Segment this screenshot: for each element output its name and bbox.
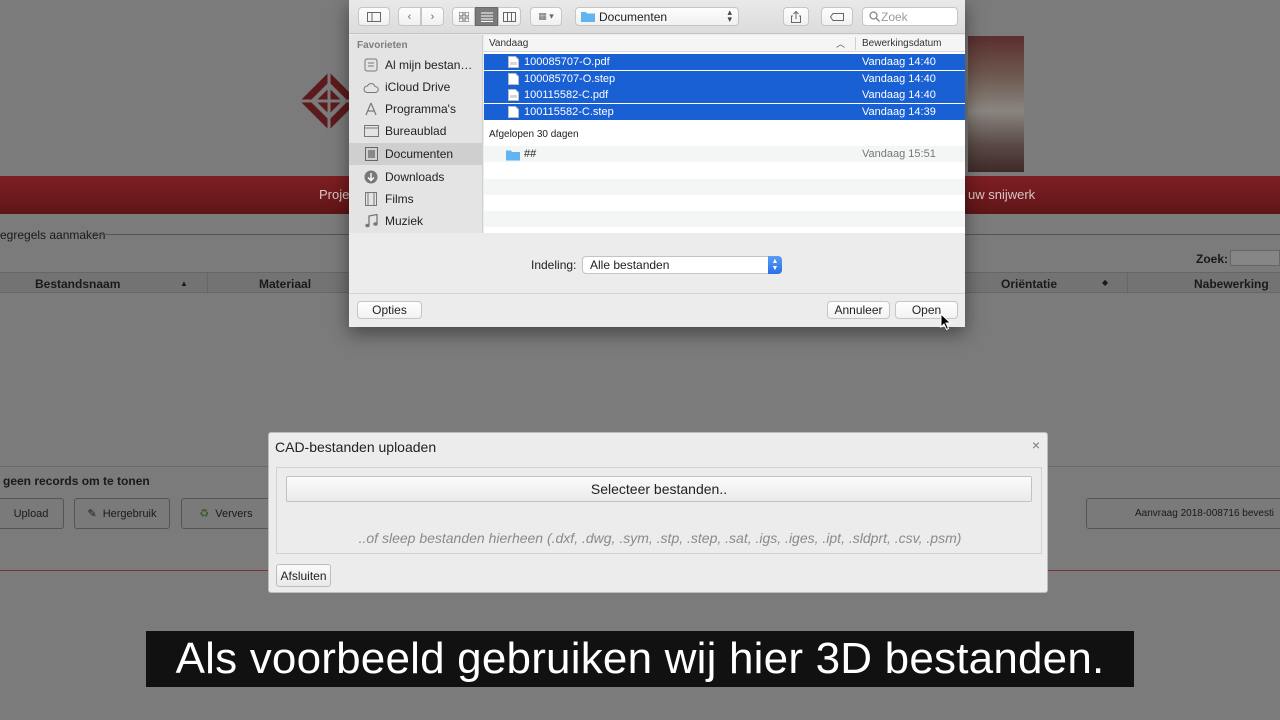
format-label: Indeling:: [531, 258, 577, 272]
cloud-icon: [363, 79, 379, 95]
sidebar-item-desktop[interactable]: Bureaublad: [349, 120, 483, 142]
sidebar-header: Favorieten: [357, 40, 408, 51]
drop-hint: ..of sleep bestanden hierheen (.dxf, .dw…: [358, 530, 962, 546]
drop-zone[interactable]: Selecteer bestanden.. ..of sleep bestand…: [276, 467, 1042, 554]
header-photo: [968, 36, 1024, 172]
list-view-button[interactable]: [475, 7, 498, 26]
share-button[interactable]: [783, 7, 809, 26]
tag-icon: [830, 12, 844, 21]
search-icon: [869, 11, 880, 22]
music-icon: [363, 213, 379, 229]
sort-asc-icon: ▲: [180, 279, 188, 288]
sidebar-item-documents[interactable]: Documenten: [349, 143, 483, 165]
chevron-left-icon: ‹: [407, 10, 412, 23]
column-postprocessing[interactable]: Nabewerking: [1194, 277, 1269, 291]
refresh-button[interactable]: ♻ Ververs: [181, 498, 271, 529]
sidebar-toggle-button[interactable]: [358, 7, 390, 26]
file-icon: [508, 73, 519, 85]
file-icon: [508, 106, 519, 118]
column-filename[interactable]: Bestandsnaam: [35, 277, 120, 291]
column-modified[interactable]: Bewerkingsdatum: [862, 38, 941, 49]
dialog-toolbar: ‹ › ▦ ▾ Documenten ▴ ▾ Zoek: [349, 0, 965, 34]
request-confirm-button[interactable]: Aanvraag 2018-008716 bevesti: [1086, 498, 1280, 529]
icon-view-button[interactable]: [452, 7, 475, 26]
chevron-right-icon: ›: [430, 10, 435, 23]
search-field[interactable]: Zoek: [862, 7, 958, 26]
nav-item-projects[interactable]: Proje: [319, 187, 349, 202]
clip-icon: ✎: [87, 508, 97, 520]
group-button[interactable]: ▦ ▾: [530, 7, 562, 26]
sidebar-item-icloud[interactable]: iCloud Drive: [349, 76, 483, 98]
column-orientation[interactable]: Oriëntatie: [1001, 277, 1057, 291]
column-view-button[interactable]: [498, 7, 521, 26]
step-label: egregels aanmaken: [0, 228, 106, 242]
file-open-dialog: ‹ › ▦ ▾ Documenten ▴ ▾ Zoek Favorieten A…: [349, 0, 965, 327]
video-subtitle: Als voorbeeld gebruiken wij hier 3D best…: [146, 631, 1134, 687]
file-row[interactable]: 100115582-C.step Vandaag 14:39: [484, 104, 965, 120]
grid-menu-icon: ▦ ▾: [538, 11, 554, 21]
columns-icon: [503, 11, 516, 22]
file-row[interactable]: 100085707-O.pdf Vandaag 14:40: [484, 54, 965, 70]
file-row[interactable]: 100085707-O.step Vandaag 14:40: [484, 71, 965, 87]
column-name[interactable]: Vandaag: [489, 38, 528, 49]
chevron-up-icon: ︿: [836, 39, 846, 49]
empty-row: [484, 179, 965, 195]
tags-button[interactable]: [821, 7, 853, 26]
reuse-button[interactable]: ✎ Hergebruik: [74, 498, 170, 529]
dialog-sidebar: Favorieten Al mijn bestan… iCloud Drive …: [349, 35, 483, 233]
sidebar-icon: [367, 11, 381, 22]
file-list: Vandaag ︿ Bewerkingsdatum 100085707-O.pd…: [484, 35, 965, 233]
grid-icon: [458, 11, 469, 22]
format-select[interactable]: Alle bestanden ▲ ▼: [582, 256, 782, 274]
dialog-divider: [349, 293, 965, 294]
column-material[interactable]: Materiaal: [259, 277, 311, 291]
desktop-icon: [363, 123, 379, 139]
nav-item-cutting[interactable]: uw snijwerk: [968, 187, 1035, 202]
downloads-icon: [363, 169, 379, 185]
updown-arrows-icon: ▲ ▼: [768, 256, 782, 274]
column-separator: [855, 37, 856, 50]
column-separator: [1127, 272, 1128, 293]
back-button[interactable]: ‹: [398, 7, 421, 26]
all-files-icon: [363, 57, 379, 73]
search-input[interactable]: [1230, 250, 1280, 266]
column-separator: [207, 272, 208, 293]
file-list-header: Vandaag ︿ Bewerkingsdatum: [484, 35, 965, 52]
folder-icon: [506, 150, 520, 161]
share-icon: [791, 10, 801, 23]
documents-icon: [363, 146, 379, 162]
refresh-icon: ♻: [199, 508, 210, 520]
folder-icon: [581, 12, 595, 22]
location-popup[interactable]: Documenten ▴ ▾: [575, 7, 739, 26]
sidebar-item-music[interactable]: Muziek: [349, 210, 483, 232]
sidebar-item-applications[interactable]: Programma's: [349, 98, 483, 120]
cancel-button[interactable]: Annuleer: [827, 301, 890, 319]
sidebar-item-downloads[interactable]: Downloads: [349, 166, 483, 188]
search-label: Zoek:: [1196, 252, 1229, 266]
sort-both-icon: ◆: [1102, 278, 1109, 287]
file-row[interactable]: 100115582-C.pdf Vandaag 14:40: [484, 87, 965, 103]
select-files-button[interactable]: Selecteer bestanden..: [286, 476, 1032, 502]
empty-row: [484, 211, 965, 227]
close-icon[interactable]: ×: [1032, 437, 1040, 453]
close-button[interactable]: Afsluiten: [276, 564, 331, 587]
folder-row[interactable]: ## Vandaag 15:51: [484, 146, 965, 162]
applications-icon: [363, 101, 379, 117]
updown-arrows-icon: ▴ ▾: [727, 7, 732, 24]
cad-upload-dialog: CAD-bestanden uploaden × Selecteer besta…: [268, 432, 1048, 593]
list-icon: [480, 12, 493, 22]
group-header: Afgelopen 30 dagen: [489, 129, 579, 140]
sidebar-item-all-files[interactable]: Al mijn bestan…: [349, 54, 483, 76]
mouse-cursor-icon: [940, 313, 952, 331]
upload-button[interactable]: Upload: [0, 498, 64, 529]
pdf-file-icon: [508, 56, 519, 68]
sidebar-item-films[interactable]: Films: [349, 188, 483, 210]
forward-button[interactable]: ›: [421, 7, 444, 26]
pdf-file-icon: [508, 89, 519, 101]
options-button[interactable]: Opties: [357, 301, 422, 319]
films-icon: [363, 191, 379, 207]
dialog-title: CAD-bestanden uploaden: [275, 439, 437, 455]
